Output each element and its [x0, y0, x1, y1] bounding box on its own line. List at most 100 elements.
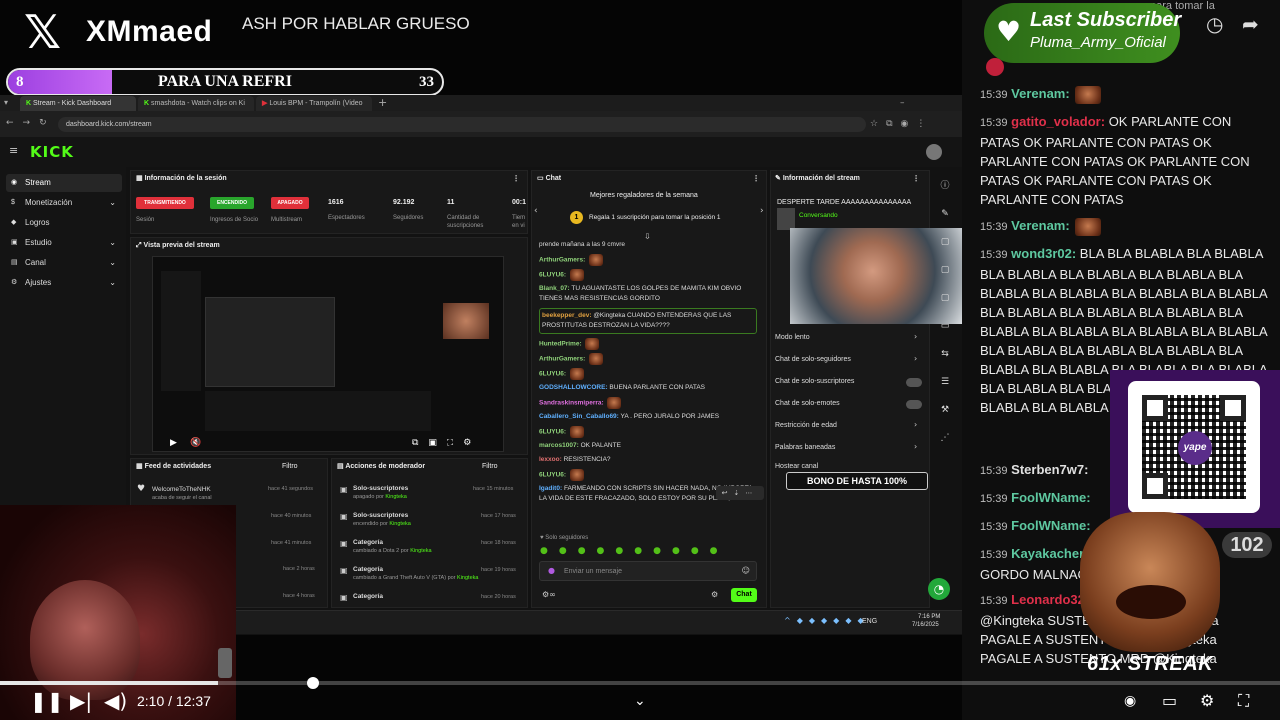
- more-options-icon[interactable]: ⋮: [512, 173, 520, 185]
- setting-row[interactable]: Modo lento: [775, 332, 810, 344]
- emoji-icon[interactable]: ☺: [742, 565, 750, 577]
- share-icon[interactable]: ➦: [1242, 12, 1259, 36]
- sidebar-item-logros[interactable]: ◆ Logros: [6, 214, 122, 232]
- mod-filter-button[interactable]: Filtro: [482, 461, 498, 473]
- gear-icon[interactable]: ⚙: [711, 589, 718, 601]
- points-icon[interactable]: ⚙∞: [542, 589, 556, 601]
- progress-scrubber[interactable]: [307, 677, 319, 689]
- settings-icon[interactable]: ⚙: [1200, 690, 1214, 712]
- subtitles-icon[interactable]: ▭: [1162, 690, 1177, 712]
- setting-row[interactable]: Palabras baneadas: [775, 442, 835, 454]
- setting-row[interactable]: Restricción de edad: [775, 420, 837, 432]
- session-icon: ▦: [136, 175, 145, 182]
- tab-kick-dashboard[interactable]: K Stream - Kick Dashboard: [20, 96, 136, 111]
- mod-action-icon: ▣: [340, 512, 348, 521]
- setting-row[interactable]: Chat de solo-seguidores: [775, 354, 851, 366]
- play-icon[interactable]: ▶: [170, 437, 177, 449]
- emote-icon: [569, 426, 584, 438]
- stream-category[interactable]: Conversando: [799, 210, 838, 222]
- url-input[interactable]: dashboard.kick.com/stream: [58, 117, 866, 132]
- stream-preview-title: ⤢ Vista previa del stream: [136, 242, 220, 249]
- channel-icon: ▤: [11, 259, 18, 266]
- tray-lang[interactable]: ENG: [862, 617, 877, 627]
- activity-feed-title: ▦ Feed de actividades: [136, 463, 212, 470]
- pause-icon[interactable]: ❚❚: [30, 690, 64, 712]
- stream-preview-video[interactable]: [152, 256, 504, 452]
- tray-date: 7/16/2025: [912, 622, 939, 628]
- sidebar-item-canal[interactable]: ▤ Canal ⌄: [6, 254, 122, 272]
- toggle-subs-only[interactable]: [906, 378, 922, 387]
- chat-message: 15:39 Verenam:: [980, 216, 1270, 237]
- yape-logo: yape: [1178, 431, 1212, 465]
- chevron-left-icon[interactable]: ‹: [534, 205, 538, 217]
- autoplay-toggle-icon[interactable]: ◉: [1124, 690, 1136, 712]
- next-icon[interactable]: ▶|: [70, 690, 92, 712]
- tool-icon[interactable]: ▢: [934, 256, 956, 284]
- feed-user[interactable]: WelcomeToTheNHK: [152, 485, 211, 494]
- message-actions-icon[interactable]: ↩⇣⋯: [716, 486, 764, 500]
- chat-message-list[interactable]: prende mañana a las 9 cmvre ArthurGamers…: [539, 240, 761, 528]
- kick-logo[interactable]: KICK: [30, 144, 74, 160]
- setting-row[interactable]: Chat de solo-suscriptores: [775, 376, 854, 388]
- followers-only-label: ♥ Solo seguidores: [540, 535, 589, 541]
- hamburger-menu-icon[interactable]: ≡: [9, 144, 18, 158]
- more-options-icon[interactable]: ⋮: [912, 173, 920, 185]
- volume-icon[interactable]: 🔇: [190, 437, 201, 449]
- sidebar-item-stream[interactable]: ◉ Stream: [6, 174, 122, 192]
- swap-icon[interactable]: ⇆: [934, 340, 956, 368]
- chevron-right-icon[interactable]: ›: [914, 353, 917, 365]
- chevron-down-icon: ⌄: [109, 238, 116, 247]
- more-options-icon[interactable]: ⋮: [752, 173, 760, 185]
- stream-info-title: ✎ Información del stream: [775, 175, 860, 182]
- mod-action-time: hace 15 minutos: [473, 486, 514, 492]
- user-avatar[interactable]: [926, 144, 942, 160]
- stack-icon[interactable]: ☰: [934, 368, 956, 396]
- tab-smashdota[interactable]: K smashdota - Watch clips on Ki: [138, 96, 254, 111]
- chat-message: 6LUYU6:: [539, 368, 759, 380]
- tool-icon[interactable]: ▢: [934, 228, 956, 256]
- chat-message-highlighted: beekepper_dev: @Kingteka CUANDO ENTENDER…: [539, 308, 757, 334]
- chevron-right-icon[interactable]: ›: [914, 331, 917, 343]
- watch-later-icon[interactable]: ◷: [1206, 12, 1223, 36]
- chat-message: GODSHALLOWCORE: BUENA PARLANTE CON PATAS: [539, 384, 706, 391]
- nav-buttons-icon[interactable]: ←→↻: [6, 117, 56, 129]
- chevron-right-icon[interactable]: ›: [760, 205, 764, 217]
- chevron-right-icon[interactable]: ›: [914, 419, 917, 431]
- chat-input[interactable]: ● Enviar un mensaje ☺: [539, 561, 757, 581]
- support-chat-icon[interactable]: ◔: [928, 578, 950, 600]
- sidebar-item-monetizacion[interactable]: $ Monetización ⌄: [6, 194, 122, 212]
- preview-nested-sidebar: [161, 271, 201, 391]
- chat-send-button[interactable]: Chat: [731, 588, 757, 602]
- tab-menu-icon[interactable]: ▾: [4, 97, 8, 109]
- chevron-down-icon[interactable]: ⌄: [634, 690, 646, 712]
- mod-action-icon: ▣: [340, 593, 348, 602]
- kick-header: [0, 137, 962, 167]
- toggle-emotes-only[interactable]: [906, 400, 922, 409]
- preview-nested-cam: [443, 303, 489, 339]
- chat-message: Caballero_Sin_Caballo69: YA . PERO JURAL…: [539, 413, 720, 420]
- emote-bar-icons[interactable]: ●●●●●●●●●●: [540, 545, 760, 557]
- chat-message: marcos1007: OK PALANTE: [539, 442, 621, 449]
- chat-icon[interactable]: ▭: [934, 312, 956, 340]
- reaction-emote-mouth: [1116, 585, 1186, 619]
- chevron-right-icon[interactable]: ›: [914, 441, 917, 453]
- share-icon[interactable]: ⋰: [934, 424, 956, 452]
- sidebar-item-estudio[interactable]: ▣ Estudio ⌄: [6, 234, 122, 252]
- emote-icon: [585, 338, 600, 350]
- new-tab-icon[interactable]: +: [378, 96, 387, 110]
- setting-row[interactable]: Chat de solo-emotes: [775, 398, 840, 410]
- tool-icon[interactable]: ▢: [934, 284, 956, 312]
- tab-louis-bpm[interactable]: ▶ Louis BPM - Trampolín (Video C: [256, 96, 372, 122]
- fullscreen-icon[interactable]: ⛶: [1238, 690, 1249, 712]
- wrench-icon[interactable]: ⚒: [934, 396, 956, 424]
- edit-icon[interactable]: ✎: [934, 200, 956, 228]
- preview-controls-icon[interactable]: ⧉▣⛶⚙: [412, 437, 481, 449]
- tray-icons[interactable]: ^◆◆◆◆◆◆: [784, 615, 870, 627]
- sidebar-item-ajustes[interactable]: ⚙ Ajustes ⌄: [6, 274, 122, 292]
- info-icon[interactable]: ⓘ: [934, 172, 956, 200]
- feed-filter-button[interactable]: Filtro: [282, 461, 298, 473]
- volume-icon[interactable]: ◀): [104, 690, 127, 712]
- goal-right-count: 33: [419, 74, 434, 90]
- kick-quick-actions[interactable]: ⓘ ✎ ▢ ▢ ▢ ▭ ⇆ ☰ ⚒ ⋰: [934, 172, 956, 452]
- browser-toolbar-icons[interactable]: ☆⧉◉⋮: [870, 117, 933, 131]
